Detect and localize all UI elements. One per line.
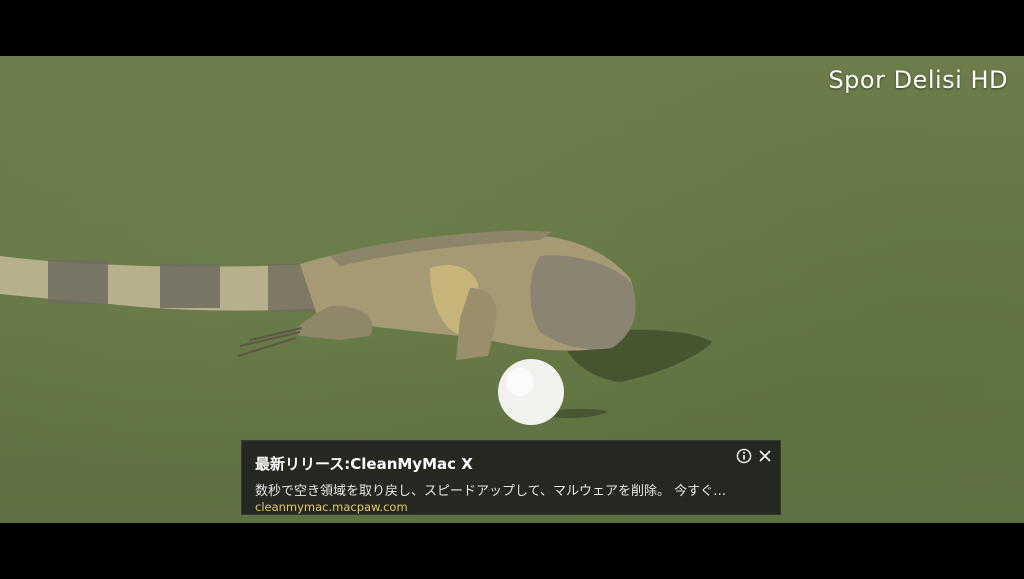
ad-url[interactable]: cleanmymac.macpaw.com: [255, 500, 408, 514]
ad-title[interactable]: 最新リリース:CleanMyMac X: [255, 453, 473, 474]
ad-controls: [735, 447, 773, 464]
close-icon[interactable]: [756, 447, 773, 464]
tail-band: [160, 264, 220, 308]
tail-band: [48, 260, 108, 304]
channel-watermark: Spor Delisi HD: [828, 66, 1008, 94]
golf-ball: [498, 359, 564, 425]
iguana-claws: [237, 327, 303, 357]
ad-overlay[interactable]: 最新リリース:CleanMyMac X 数秒で空き領域を取り戻し、スピードアップ…: [241, 440, 781, 515]
ad-description[interactable]: 数秒で空き領域を取り戻し、スピードアップして、マルウェアを削除。 今すぐ…: [255, 480, 775, 499]
video-player[interactable]: Spor Delisi HD 最新リリース:CleanMyMac X 数秒で空き…: [0, 0, 1024, 579]
info-icon[interactable]: [735, 447, 752, 464]
